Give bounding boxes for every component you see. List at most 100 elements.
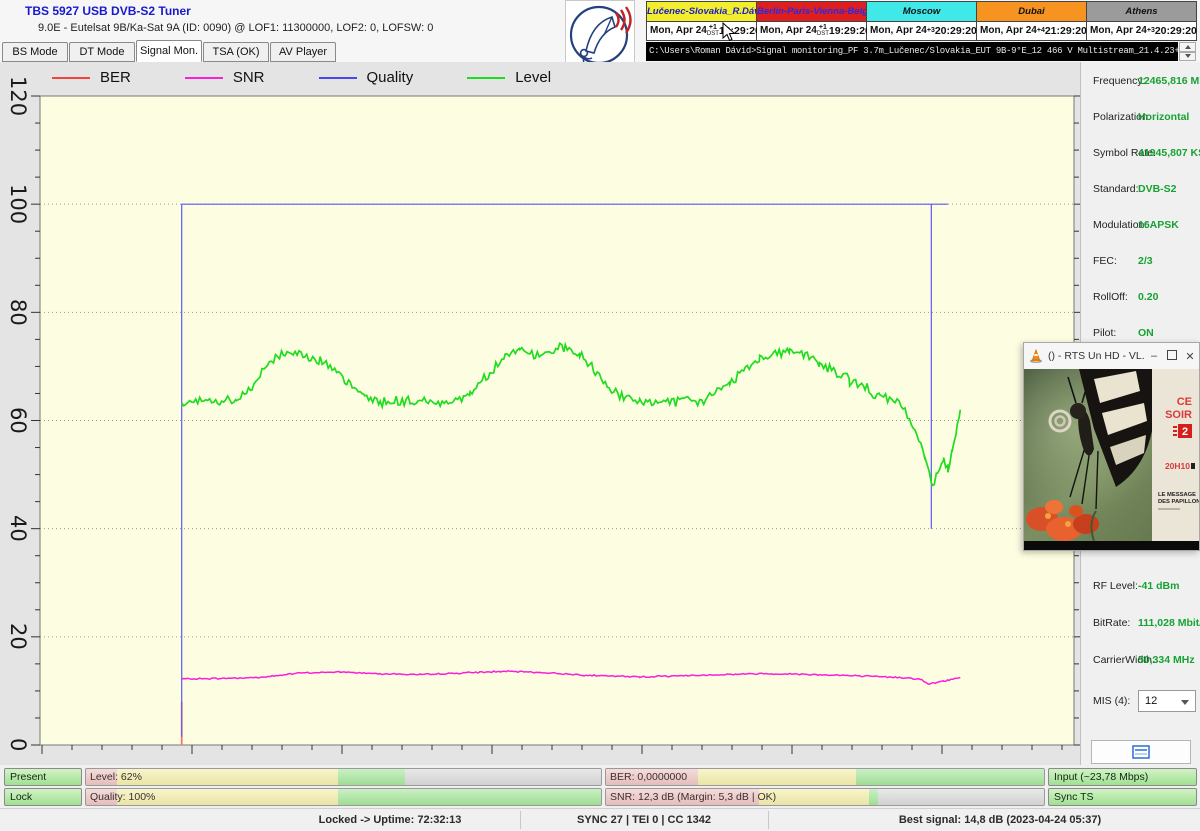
tab-tsa[interactable]: TSA (OK) xyxy=(203,42,269,62)
quality-bar-label: Quality: 100% xyxy=(90,791,156,803)
clock-time-row: Mon, Apr 24 +3 20:29:20 xyxy=(867,21,977,40)
status-uptime: Locked -> Uptime: 72:32:13 xyxy=(318,814,462,826)
y-tick-label: 60 xyxy=(6,407,30,434)
legend-ber: BER xyxy=(52,69,131,86)
clock-time-row: Mon, Apr 24 +1 DST 19:29:20 xyxy=(647,21,761,40)
level-bar: Level: 62% xyxy=(85,768,602,786)
overlay-time: 20H10 xyxy=(1165,461,1190,471)
legend-label: SNR xyxy=(232,69,265,86)
clock-lucenec: Lučenec-Slovakia_R.Dávid Mon, Apr 24 +1 D… xyxy=(647,2,761,40)
info-row-rf-level: RF Level: -41 dBm xyxy=(1093,580,1180,592)
clock-offset: +1 DST xyxy=(816,23,829,37)
close-button[interactable]: ✕ xyxy=(1181,350,1199,363)
signal-plot xyxy=(31,95,1080,754)
info-row-polarization: Polarization: Horizontal xyxy=(1093,111,1190,123)
info-row-modulation: Modulation: 16APSK xyxy=(1093,219,1179,231)
tab-av-player[interactable]: AV Player xyxy=(270,42,336,62)
vlc-video[interactable]: CE SOIR 2 20H10 LE MESSAGE DES PAPILLONS xyxy=(1024,369,1199,541)
clock-time-row: Mon, Apr 24 +1 DST 19:29:20 xyxy=(757,21,871,40)
legend-label: BER xyxy=(100,69,131,86)
console-command-input[interactable]: C:\Users\Roman Dávid>Signal monitoring_P… xyxy=(646,42,1178,61)
clock-city-label: Moscow xyxy=(867,2,976,22)
butterfly-video-frame: CE SOIR 2 20H10 LE MESSAGE DES PAPILLONS xyxy=(1024,369,1199,541)
indicator-row-1: Present Level: 62% BER: 0,0000000 Input … xyxy=(0,768,1200,786)
clock-dubai: Dubai Mon, Apr 24 +4 21:29:20 xyxy=(977,2,1087,40)
snr-bar-label: SNR: 12,3 dB (Margin: 5,3 dB | OK) xyxy=(610,791,777,803)
tab-dt-mode[interactable]: DT Mode xyxy=(69,42,135,62)
scroll-down-button[interactable] xyxy=(1179,51,1196,61)
info-row-symbol-rate: Symbol Rate:41945,807 KS/s xyxy=(1093,147,1200,159)
quality-line-swatch xyxy=(318,76,357,79)
y-tick-label: 20 xyxy=(6,623,30,651)
clock-offset: +4 xyxy=(1036,26,1045,34)
present-badge: Present xyxy=(4,768,82,786)
y-tick-label: 40 xyxy=(6,515,30,543)
info-row-pilot: Pilot: ON xyxy=(1093,327,1154,339)
sync-ts-badge: Sync TS xyxy=(1048,788,1197,806)
legend-label: Quality xyxy=(366,69,414,86)
clock-city-label: Athens xyxy=(1087,2,1196,22)
satellite-dish-icon xyxy=(569,5,632,66)
y-tick-label: 100 xyxy=(6,184,30,225)
vlc-bottom-bar xyxy=(1024,541,1199,550)
status-bar: Locked -> Uptime: 72:32:13 SYNC 27 | TEI… xyxy=(0,808,1200,831)
level-bar-label: Level: 62% xyxy=(90,771,142,783)
tab-bs-mode[interactable]: BS Mode xyxy=(2,42,68,62)
bar-segment-yellow xyxy=(116,769,339,785)
y-tick-label: 120 xyxy=(6,75,30,117)
clock-date: Mon, Apr 24 xyxy=(650,25,707,37)
vlc-window-title: () - RTS Un HD - VL... xyxy=(1048,350,1145,362)
clock-berlin: Berlin-Paris-Vienna-Belgrade Mon, Apr 24… xyxy=(757,2,871,40)
clock-city-label: Lučenec-Slovakia_R.Dávid xyxy=(647,2,756,22)
maximize-icon xyxy=(1167,349,1177,360)
tuner-subtitle: 9.0E - Eutelsat 9B/Ka-Sat 9A (ID: 0090) … xyxy=(38,22,434,34)
tuner-title: TBS 5927 USB DVB-S2 Tuner xyxy=(25,4,191,18)
bar-segment-gray xyxy=(405,769,601,785)
overlay-ce: CE xyxy=(1177,396,1192,408)
vlc-titlebar[interactable]: () - RTS Un HD - VL... – ✕ xyxy=(1024,343,1199,369)
ber-bar-label: BER: 0,0000000 xyxy=(610,771,688,783)
maximize-button[interactable] xyxy=(1163,349,1181,363)
chart-legend: BER SNR Quality Level xyxy=(52,69,551,86)
status-sync: SYNC 27 | TEI 0 | CC 1342 xyxy=(577,814,711,826)
vlc-window: () - RTS Un HD - VL... – ✕ CE SOIR 2 20H… xyxy=(1023,342,1200,551)
chevron-down-icon xyxy=(1181,700,1189,705)
clock-time-row: Mon, Apr 24 +4 21:29:20 xyxy=(977,21,1087,40)
bar-segment-green xyxy=(868,789,878,805)
legend-quality: Quality xyxy=(318,69,414,86)
info-row-fec: FEC: 2/3 xyxy=(1093,255,1153,267)
stream-icon xyxy=(1132,745,1150,759)
scroll-up-button[interactable] xyxy=(1179,42,1196,52)
stream-button[interactable] xyxy=(1091,740,1191,764)
france2-logo: 2 xyxy=(1182,426,1188,438)
bar-segment-green xyxy=(338,789,601,805)
minimize-button[interactable]: – xyxy=(1145,350,1163,362)
app-window: TBS 5927 USB DVB-S2 Tuner 9.0E - Eutelsa… xyxy=(0,0,1200,831)
y-tick-label: 80 xyxy=(6,298,30,326)
snr-line-swatch xyxy=(184,76,223,79)
tab-signal-mon[interactable]: Signal Mon. xyxy=(136,40,202,62)
clock-date: Mon, Apr 24 xyxy=(760,25,817,37)
signal-chart-area: BER SNR Quality Level 0 20 40 60 80 100 120 xyxy=(0,62,1080,765)
console-scrollbar xyxy=(1179,42,1196,61)
info-row-bitrate: BitRate:111,028 Mbit/s xyxy=(1093,617,1200,629)
legend-label: Level xyxy=(515,69,552,86)
snr-bar: SNR: 12,3 dB (Margin: 5,3 dB | OK) xyxy=(605,788,1045,806)
ber-line-swatch xyxy=(52,76,90,79)
info-row-standard: Standard: DVB-S2 xyxy=(1093,183,1177,195)
legend-snr: SNR xyxy=(184,69,265,86)
bar-segment-gray xyxy=(877,789,1044,805)
clock-city-label: Berlin-Paris-Vienna-Belgrade xyxy=(757,2,866,22)
clock-offset: +3 xyxy=(926,26,935,34)
clock-date: Mon, Apr 24 xyxy=(870,25,927,37)
legend-level: Level xyxy=(467,69,551,86)
bar-segment-green xyxy=(338,769,406,785)
clock-time: 20:29:20 xyxy=(934,24,977,37)
clock-offset: +3 xyxy=(1146,26,1155,34)
mis-dropdown[interactable]: 12 xyxy=(1138,690,1196,712)
overlay-line1: LE MESSAGE xyxy=(1158,492,1196,498)
arrow-up-icon xyxy=(1184,44,1191,49)
clock-time-row: Mon, Apr 24 +3 20:29:20 xyxy=(1087,21,1197,40)
status-best-signal: Best signal: 14,8 dB (2023-04-24 05:37) xyxy=(898,814,1102,826)
clock-time: 21:29:20 xyxy=(1044,24,1087,37)
